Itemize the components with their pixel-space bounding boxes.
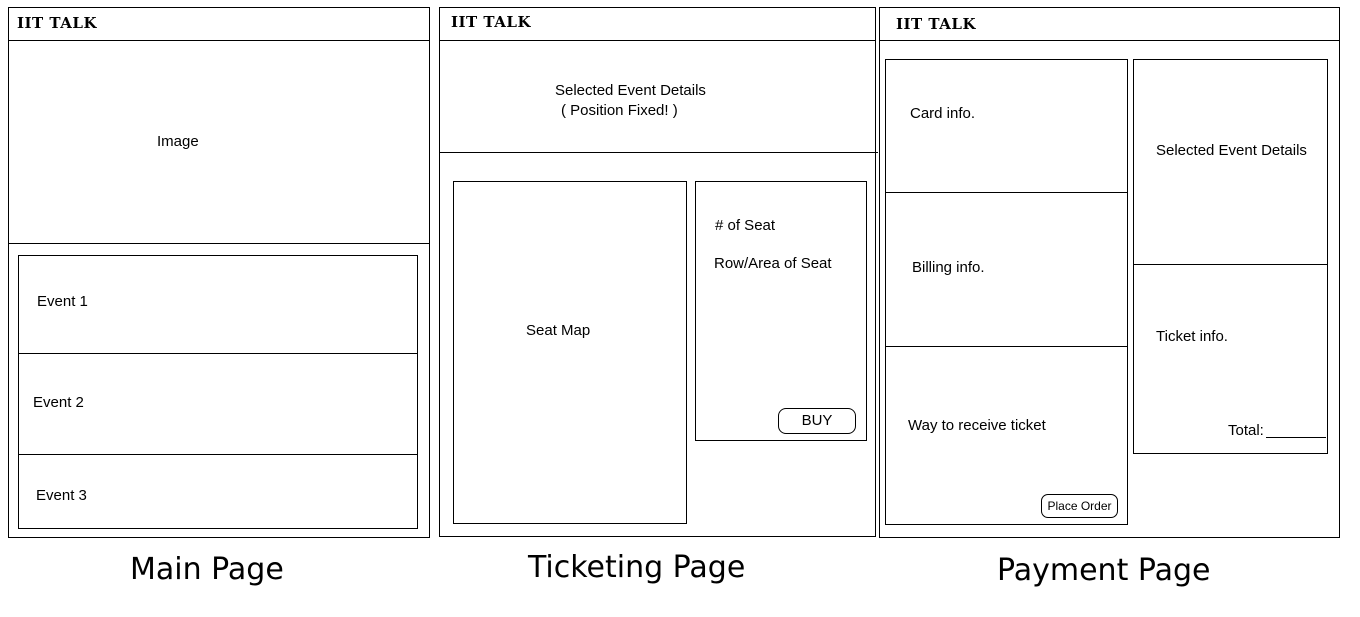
event-details-label: Selected Event Details xyxy=(1156,142,1307,159)
payment-page-caption: Payment Page xyxy=(997,553,1211,588)
seat-map-label: Seat Map xyxy=(526,322,591,339)
event-item-1[interactable]: Event 1 xyxy=(19,256,417,353)
payment-page-logo: IIT TALK xyxy=(896,15,976,33)
seat-selection-panel: # of Seat Row/Area of Seat xyxy=(695,181,867,441)
ticketing-page-header-divider xyxy=(439,40,876,41)
place-order-button[interactable]: Place Order xyxy=(1041,494,1118,518)
billing-info-section[interactable]: Billing info. xyxy=(886,193,1127,346)
total-label: Total: xyxy=(1228,422,1264,439)
payment-page-header-divider xyxy=(879,40,1340,41)
ticketing-page-details-divider xyxy=(439,152,878,153)
buy-button[interactable]: BUY xyxy=(778,408,856,434)
ticketing-page-caption: Ticketing Page xyxy=(528,550,746,585)
ticket-info-label: Ticket info. xyxy=(1156,328,1228,345)
event-item-label: Event 1 xyxy=(37,293,88,310)
event-item-label: Event 2 xyxy=(33,394,84,411)
image-placeholder-label: Image xyxy=(157,133,199,150)
seat-area-label: Row/Area of Seat xyxy=(714,255,832,272)
billing-info-label: Billing info. xyxy=(912,259,985,276)
card-info-label: Card info. xyxy=(910,105,976,122)
order-summary-divider xyxy=(1133,264,1328,265)
event-item-3[interactable]: Event 3 xyxy=(19,455,417,528)
total-amount-blank xyxy=(1266,437,1326,438)
card-info-section[interactable]: Card info. xyxy=(886,60,1127,192)
event-item-2[interactable]: Event 2 xyxy=(19,354,417,454)
main-page-caption: Main Page xyxy=(130,552,284,587)
seat-count-label: # of Seat xyxy=(715,217,776,234)
ticketing-page-logo: IIT TALK xyxy=(451,13,531,31)
receive-way-label: Way to receive ticket xyxy=(908,417,1046,434)
main-page-logo: IIT TALK xyxy=(17,14,97,32)
order-summary-panel xyxy=(1133,59,1328,454)
event-item-label: Event 3 xyxy=(36,487,87,504)
main-page-image-area: Image xyxy=(9,41,429,243)
seat-map[interactable]: Seat Map xyxy=(453,181,687,524)
position-fixed-note: ( Position Fixed! ) xyxy=(561,102,678,119)
selected-event-details-title: Selected Event Details xyxy=(555,82,706,99)
main-page-image-divider xyxy=(8,243,430,244)
